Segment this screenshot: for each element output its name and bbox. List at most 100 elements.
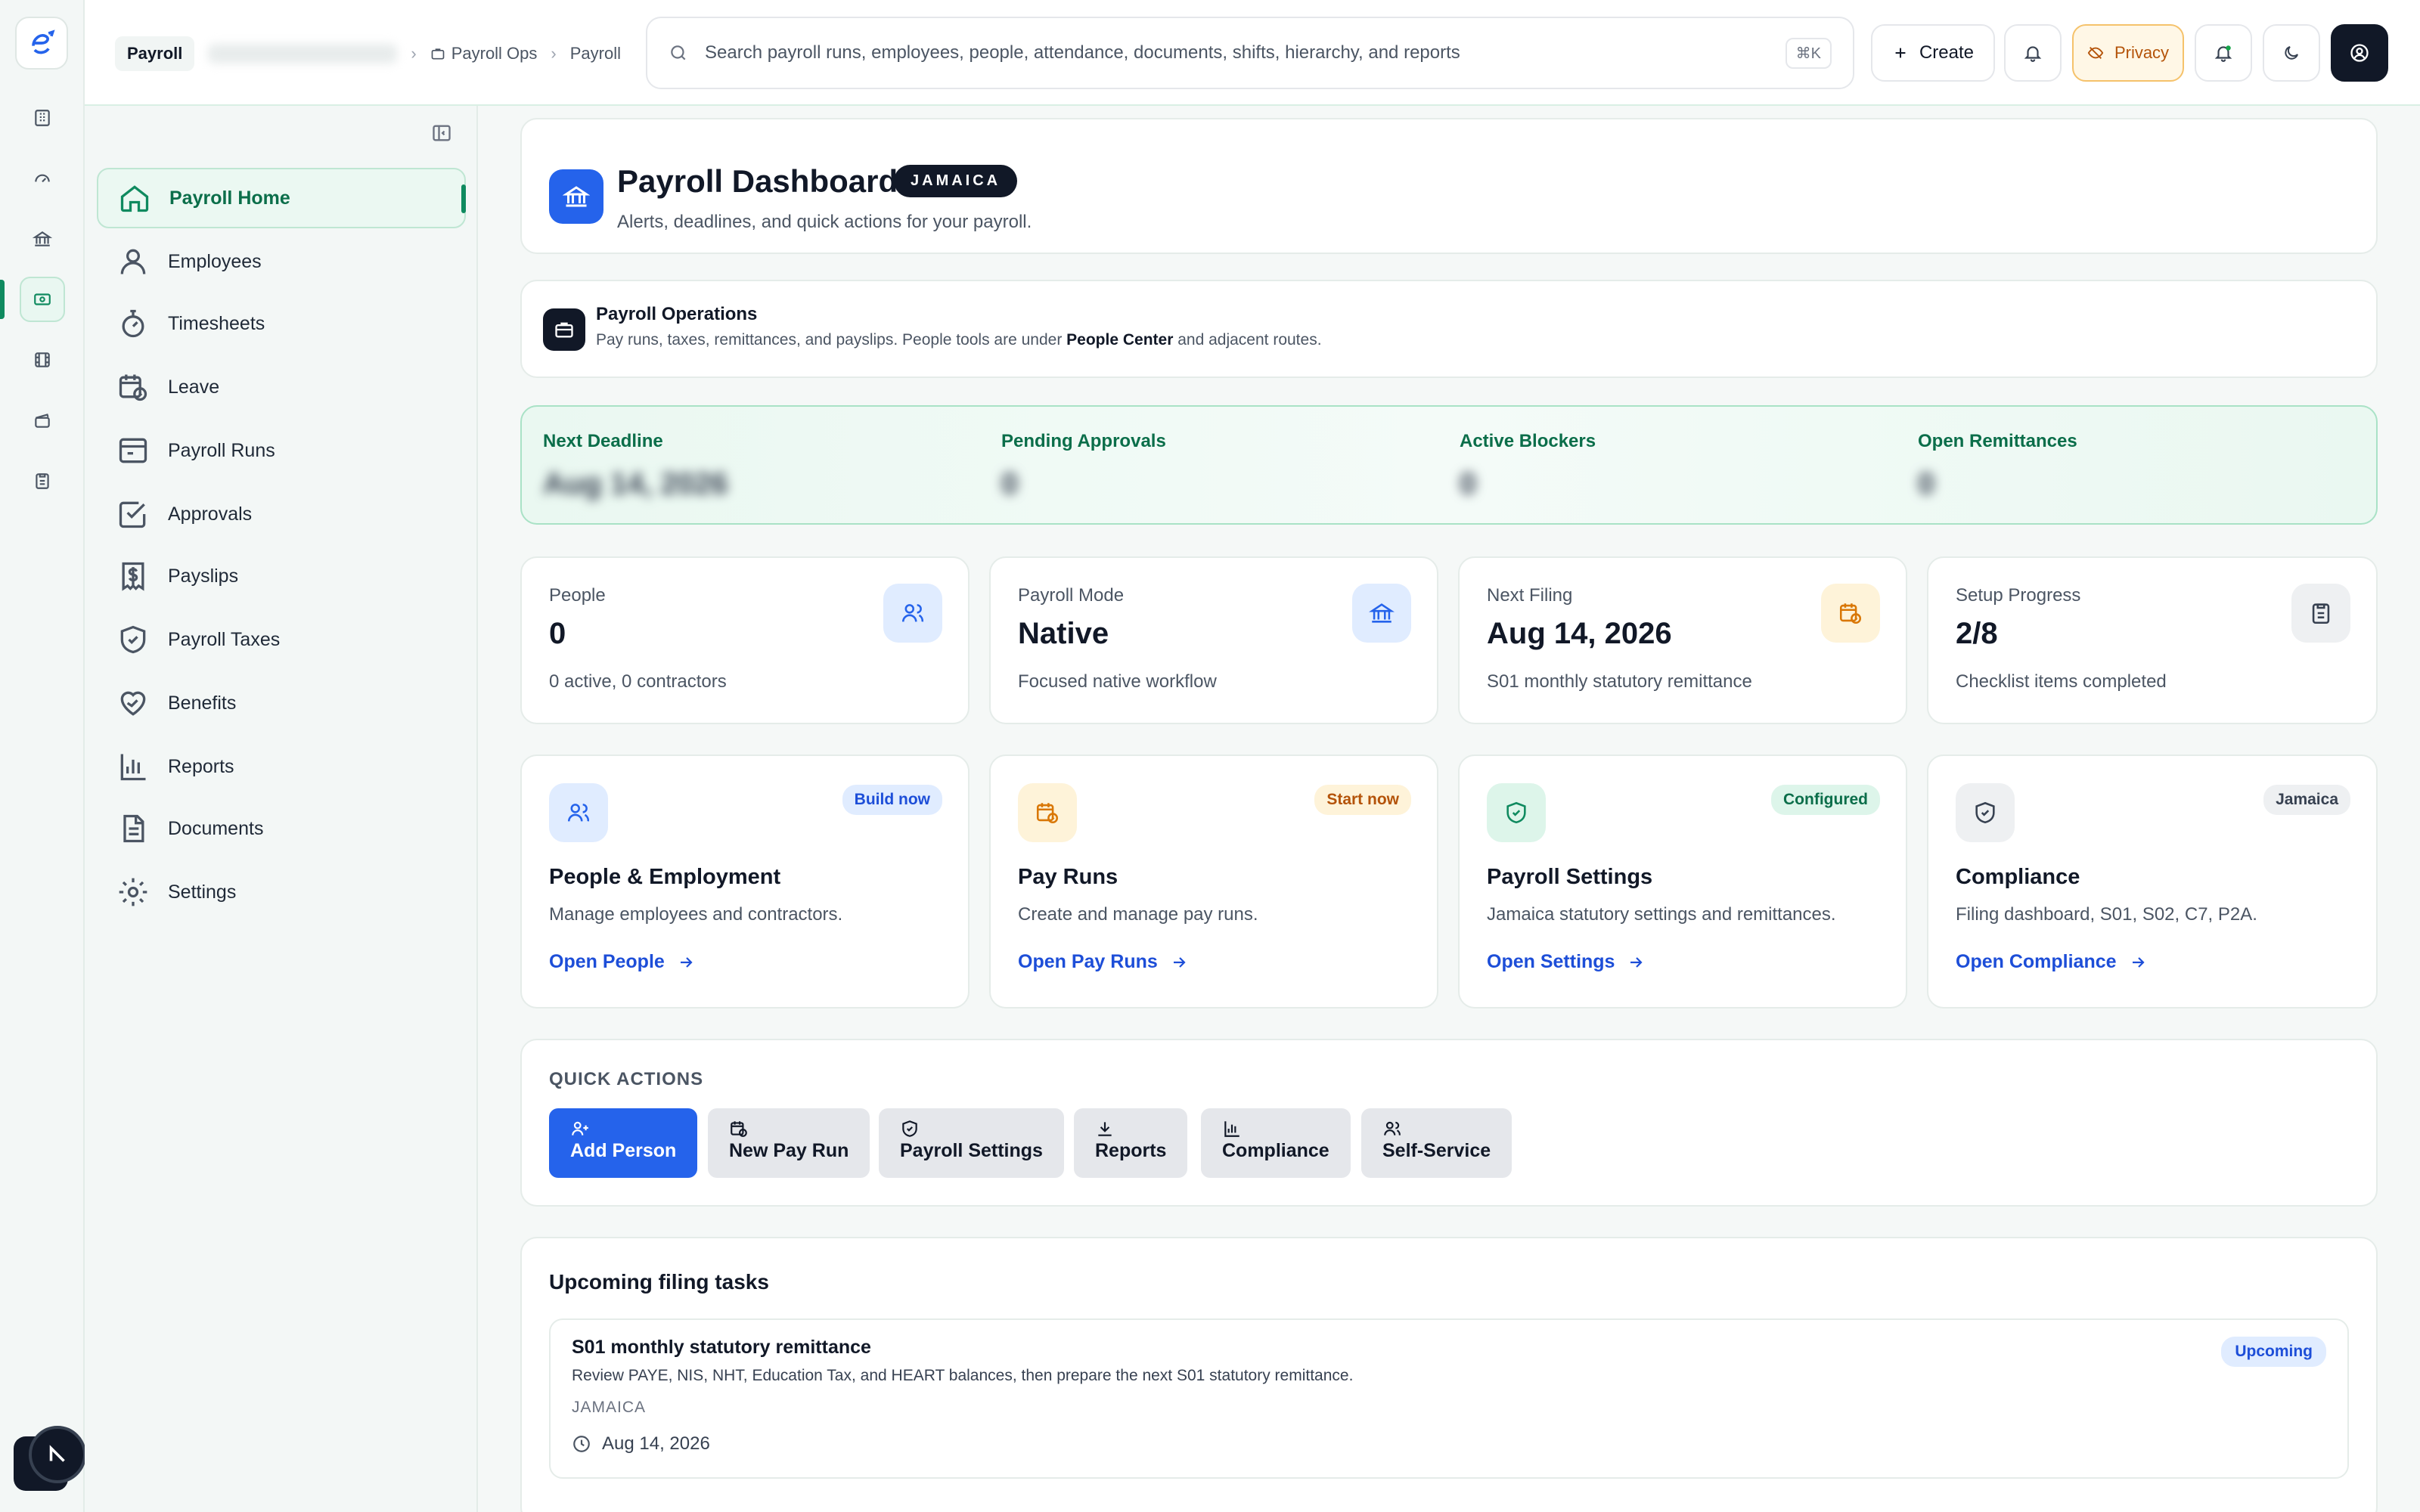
clipboard-icon[interactable] xyxy=(20,458,65,503)
link-label: Open Compliance xyxy=(1956,951,2117,972)
feature-card-compliance: Jamaica Compliance Filing dashboard, S01… xyxy=(1927,754,2378,1009)
task-description: Review PAYE, NIS, NHT, Education Tax, an… xyxy=(572,1367,1354,1384)
clock-icon xyxy=(573,1436,590,1452)
download-icon xyxy=(1095,1119,1166,1140)
feature-description: Jamaica statutory settings and remittanc… xyxy=(1487,904,1836,925)
sidebar-item-payroll-taxes[interactable]: Payroll Taxes xyxy=(97,609,466,670)
ops-description: Pay runs, taxes, remittances, and paysli… xyxy=(596,331,1322,349)
people-center-link[interactable]: People Center xyxy=(1066,331,1173,349)
kpi-open-remittances[interactable]: Open Remittances 0 xyxy=(1918,431,2077,501)
stat-value: 2/8 xyxy=(1956,617,1998,650)
sidebar-item-timesheets[interactable]: Timesheets xyxy=(97,293,466,354)
sidebar-collapse-icon[interactable] xyxy=(431,122,452,147)
sidebar-item-payroll-runs[interactable]: Payroll Runs xyxy=(97,420,466,481)
self-service-button[interactable]: Self-Service xyxy=(1361,1108,1512,1178)
bell-icon xyxy=(2024,46,2042,62)
sidebar-item-reports[interactable]: Reports xyxy=(97,736,466,797)
open-people-link[interactable]: Open People xyxy=(549,951,695,973)
user-plus-icon xyxy=(570,1119,676,1140)
privacy-toggle[interactable]: Privacy xyxy=(2072,24,2184,82)
user-menu-button[interactable] xyxy=(2331,24,2388,82)
user-icon xyxy=(116,245,150,278)
kpi-label: Pending Approvals xyxy=(1001,431,1166,451)
sidebar-item-leave[interactable]: Leave xyxy=(97,357,466,417)
next-logo-icon[interactable] xyxy=(29,1426,86,1483)
search-input[interactable]: Search payroll runs, employees, people, … xyxy=(705,42,1769,64)
filing-task-item[interactable]: S01 monthly statutory remittance Review … xyxy=(549,1318,2349,1479)
stat-label: People xyxy=(549,585,606,606)
app-logo[interactable] xyxy=(15,17,68,70)
stat-value: 0 xyxy=(549,617,566,650)
arrow-right-icon xyxy=(1173,956,1186,968)
add-person-button[interactable]: Add Person xyxy=(549,1108,698,1178)
payroll-settings-button[interactable]: Payroll Settings xyxy=(879,1108,1064,1178)
open-settings-link[interactable]: Open Settings xyxy=(1487,951,1645,973)
dashboard-header-card: Payroll Dashboard JAMAICA Alerts, deadli… xyxy=(520,118,2378,254)
sidebar-item-label: Payroll Home xyxy=(169,187,290,209)
link-label: Open Settings xyxy=(1487,951,1615,972)
theme-toggle[interactable] xyxy=(2263,24,2320,82)
open-compliance-link[interactable]: Open Compliance xyxy=(1956,951,2147,973)
nav-active-indicator xyxy=(461,184,466,213)
kpi-next-deadline[interactable]: Next Deadline Aug 14, 2026 xyxy=(543,431,728,501)
clipboard-icon xyxy=(2291,584,2350,643)
kpi-pending-approvals[interactable]: Pending Approvals 0 xyxy=(1001,431,1166,501)
sidebar-item-label: Payslips xyxy=(168,565,239,587)
briefcase-icon xyxy=(431,48,445,60)
feature-card-people: Build now People & Employment Manage emp… xyxy=(520,754,970,1009)
sidebar-item-label: Benefits xyxy=(168,692,237,714)
button-label: Self-Service xyxy=(1382,1140,1491,1161)
clapper-icon[interactable] xyxy=(20,398,65,443)
shield-check-icon xyxy=(1956,783,2015,842)
calendar-clock-icon xyxy=(1018,783,1077,842)
shield-check-icon xyxy=(900,1119,1043,1140)
sidebar-item-settings[interactable]: Settings xyxy=(97,862,466,922)
sidebar-item-payroll-home[interactable]: Payroll Home xyxy=(97,168,466,228)
compliance-button[interactable]: Compliance xyxy=(1201,1108,1351,1178)
arrow-right-icon xyxy=(2132,956,2145,968)
button-label: Compliance xyxy=(1222,1140,1329,1161)
feature-card-pay-runs: Start now Pay Runs Create and manage pay… xyxy=(989,754,1438,1009)
new-pay-run-button[interactable]: New Pay Run xyxy=(708,1108,870,1178)
bank-icon[interactable] xyxy=(20,216,65,262)
notifications-button[interactable] xyxy=(2195,24,2252,82)
sidebar-item-label: Reports xyxy=(168,755,234,777)
main-content: Payroll Dashboard JAMAICA Alerts, deadli… xyxy=(478,106,2420,1512)
bank-icon xyxy=(1352,584,1411,643)
building-icon[interactable] xyxy=(20,95,65,141)
open-pay-runs-link[interactable]: Open Pay Runs xyxy=(1018,951,1188,973)
ops-title: Payroll Operations xyxy=(596,304,758,324)
payroll-sidebar: Payroll Home Employees Timesheets Leave … xyxy=(85,106,478,1512)
heart-handshake-icon xyxy=(116,686,150,720)
stat-value: Native xyxy=(1018,617,1109,650)
breadcrumb-root[interactable]: Payroll xyxy=(115,36,195,71)
sidebar-item-approvals[interactable]: Approvals xyxy=(97,484,466,544)
sidebar-item-label: Employees xyxy=(168,250,262,272)
create-button[interactable]: Create xyxy=(1871,24,1995,82)
status-badge: Configured xyxy=(1771,785,1880,815)
kpi-active-blockers[interactable]: Active Blockers 0 xyxy=(1460,431,1596,501)
sidebar-item-employees[interactable]: Employees xyxy=(97,231,466,292)
sidebar-item-documents[interactable]: Documents xyxy=(97,798,466,859)
bell-button[interactable] xyxy=(2004,24,2062,82)
global-search[interactable]: Search payroll runs, employees, people, … xyxy=(646,17,1854,89)
reports-button[interactable]: Reports xyxy=(1074,1108,1188,1178)
link-label: Open Pay Runs xyxy=(1018,951,1158,972)
sidebar-item-benefits[interactable]: Benefits xyxy=(97,673,466,733)
bank-icon xyxy=(549,169,603,224)
search-shortcut: ⌘K xyxy=(1785,37,1832,69)
page-subtitle: Alerts, deadlines, and quick actions for… xyxy=(617,212,1032,232)
chevron-right-icon: › xyxy=(411,44,417,63)
app-rail xyxy=(0,0,86,1512)
plus-icon xyxy=(1895,48,1906,58)
bar-chart-icon xyxy=(1222,1119,1329,1140)
stat-subtext: Focused native workflow xyxy=(1018,671,1217,692)
breadcrumb-current: Payroll xyxy=(569,44,621,63)
breadcrumb-redacted xyxy=(208,44,398,64)
breadcrumb-ops[interactable]: Payroll Ops xyxy=(430,44,537,64)
sidebar-item-label: Settings xyxy=(168,881,237,903)
payroll-cash-icon[interactable] xyxy=(20,277,65,322)
gauge-icon[interactable] xyxy=(20,156,65,201)
film-icon[interactable] xyxy=(20,337,65,383)
sidebar-item-payslips[interactable]: Payslips xyxy=(97,546,466,606)
